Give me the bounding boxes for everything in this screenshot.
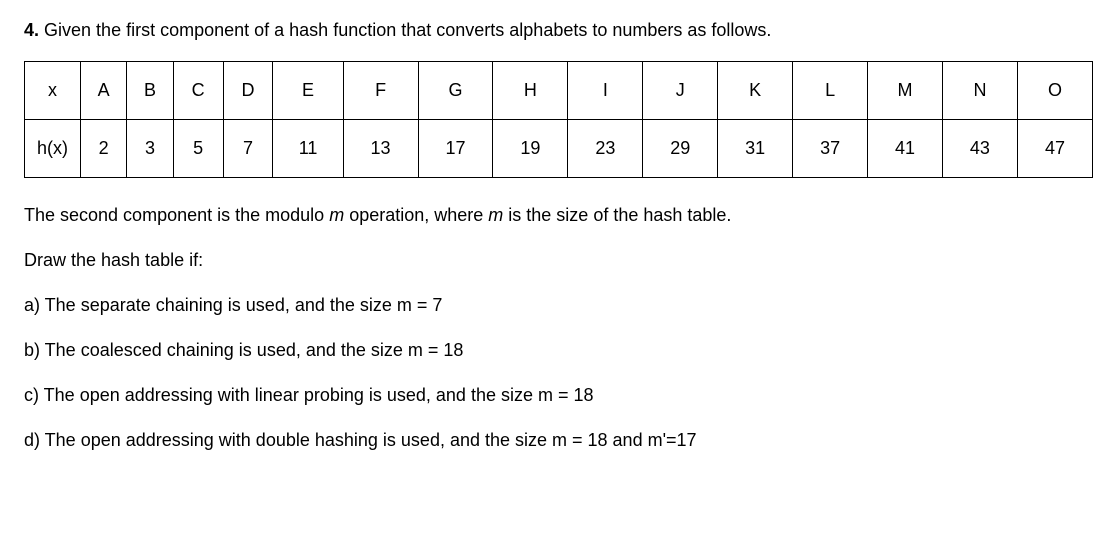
- table-cell: 2: [81, 120, 127, 178]
- table-cell: 37: [793, 120, 868, 178]
- table-cell: 3: [127, 120, 173, 178]
- table-cell: N: [942, 62, 1017, 120]
- table-cell: 41: [868, 120, 943, 178]
- table-cell: 11: [273, 120, 343, 178]
- table-cell: L: [793, 62, 868, 120]
- hash-function-table: x A B C D E F G H I J K L M N O h(x) 2 3…: [24, 61, 1093, 178]
- table-cell: 43: [942, 120, 1017, 178]
- question-number: 4.: [24, 20, 39, 40]
- question-text: Given the first component of a hash func…: [44, 20, 771, 40]
- table-cell: H: [493, 62, 568, 120]
- table-row: h(x) 2 3 5 7 11 13 17 19 23 29 31 37 41 …: [25, 120, 1093, 178]
- row-header-hx: h(x): [25, 120, 81, 178]
- table-cell: 23: [568, 120, 643, 178]
- table-cell: C: [173, 62, 223, 120]
- table-cell: J: [643, 62, 718, 120]
- table-cell: F: [343, 62, 418, 120]
- table-row: x A B C D E F G H I J K L M N O: [25, 62, 1093, 120]
- question-prompt: 4. Given the first component of a hash f…: [24, 20, 1093, 41]
- subquestion-b: b) The coalesced chaining is used, and t…: [24, 337, 1093, 364]
- subquestion-a: a) The separate chaining is used, and th…: [24, 292, 1093, 319]
- text-part: The second component is the modulo: [24, 205, 329, 225]
- italic-m: m: [488, 205, 503, 225]
- description-line-2: Draw the hash table if:: [24, 247, 1093, 274]
- table-cell: 13: [343, 120, 418, 178]
- table-cell: K: [718, 62, 793, 120]
- italic-m: m: [329, 205, 344, 225]
- table-cell: E: [273, 62, 343, 120]
- subquestion-d: d) The open addressing with double hashi…: [24, 427, 1093, 454]
- table-cell: 7: [223, 120, 273, 178]
- text-part: operation, where: [344, 205, 488, 225]
- table-cell: 5: [173, 120, 223, 178]
- table-cell: G: [418, 62, 493, 120]
- table-cell: A: [81, 62, 127, 120]
- text-part: is the size of the hash table.: [503, 205, 731, 225]
- table-cell: 17: [418, 120, 493, 178]
- row-header-x: x: [25, 62, 81, 120]
- table-cell: B: [127, 62, 173, 120]
- table-cell: 47: [1017, 120, 1092, 178]
- subquestion-c: c) The open addressing with linear probi…: [24, 382, 1093, 409]
- table-cell: 31: [718, 120, 793, 178]
- description-line-1: The second component is the modulo m ope…: [24, 202, 1093, 229]
- table-cell: M: [868, 62, 943, 120]
- table-cell: D: [223, 62, 273, 120]
- table-cell: O: [1017, 62, 1092, 120]
- table-cell: 29: [643, 120, 718, 178]
- table-cell: I: [568, 62, 643, 120]
- table-cell: 19: [493, 120, 568, 178]
